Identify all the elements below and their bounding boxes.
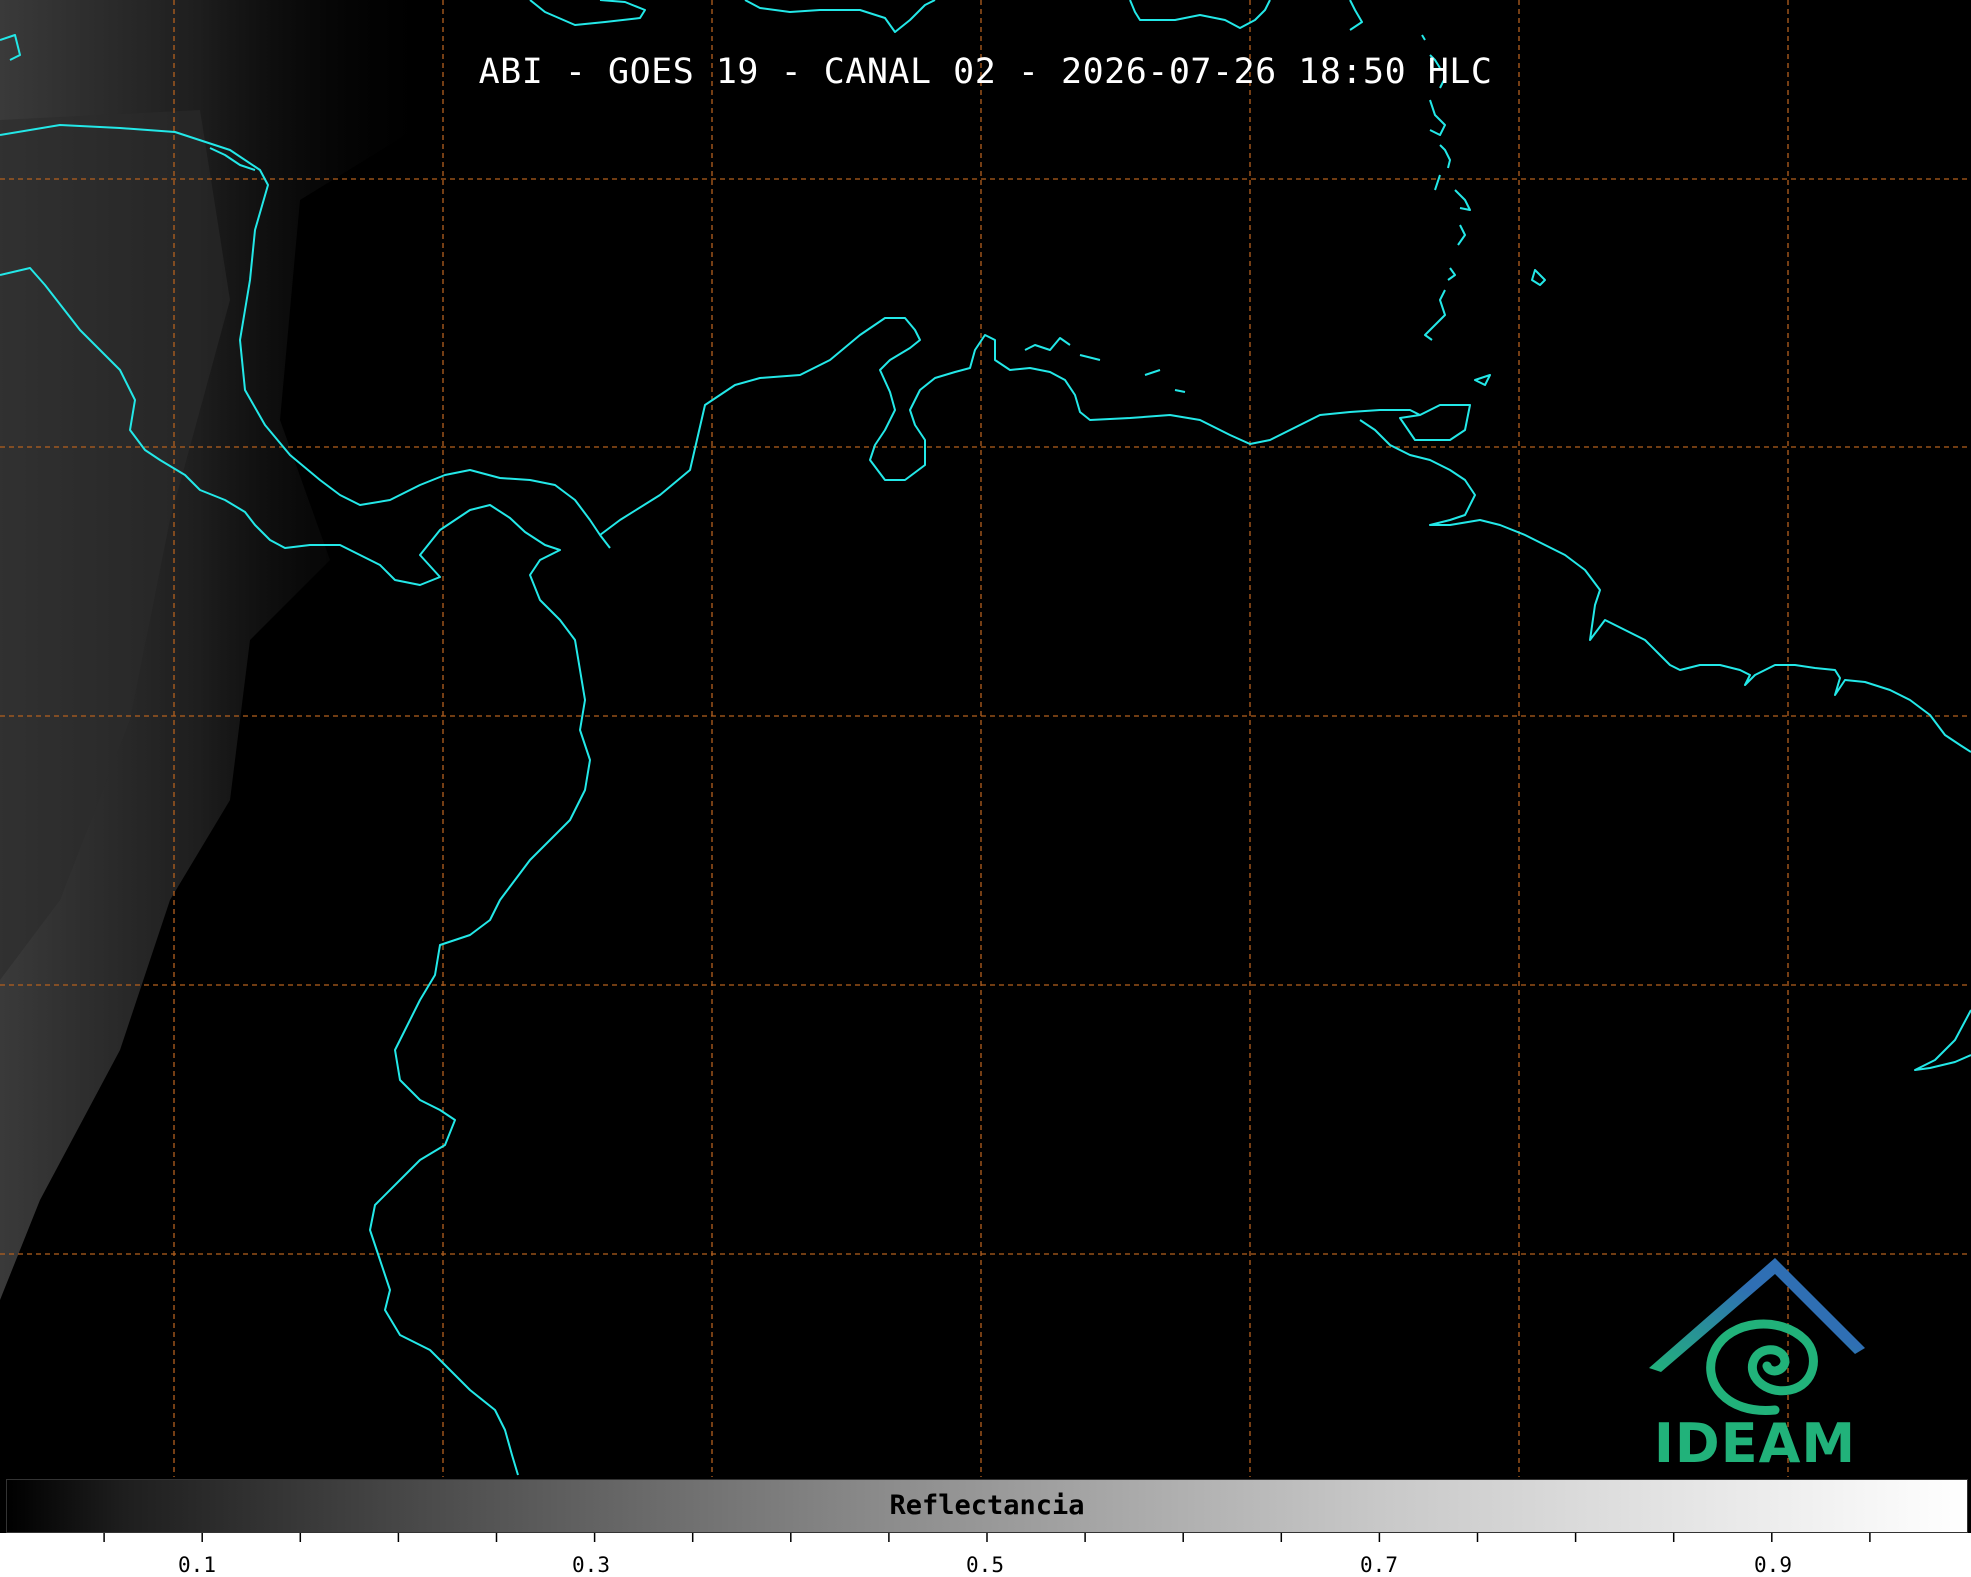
tick-label: 0.9 [1754, 1553, 1792, 1577]
ideam-swirl-icon [1649, 1258, 1865, 1415]
map-title: ABI - GOES 19 - CANAL 02 - 2026-07-26 18… [478, 52, 1493, 92]
tick-label: 0.7 [1360, 1553, 1398, 1577]
tick-label: 0.5 [966, 1553, 1004, 1577]
colorbar-label: Reflectancia [889, 1490, 1085, 1521]
logo-text: IDEAM [1653, 1412, 1857, 1475]
colorbar: Reflectancia [6, 1479, 1968, 1533]
ideam-logo: IDEAM [1645, 1250, 1865, 1475]
tick-label: 0.1 [178, 1553, 216, 1577]
tick-label: 0.3 [572, 1553, 610, 1577]
colorbar-axis: 0.1 0.3 0.5 0.7 0.9 [0, 1533, 1971, 1577]
